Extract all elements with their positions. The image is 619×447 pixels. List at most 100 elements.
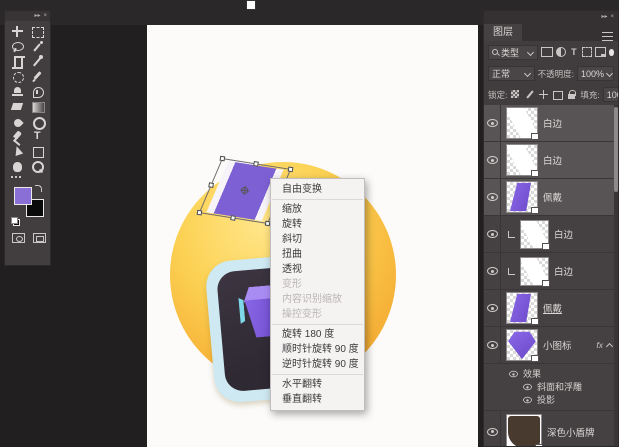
collapse-panel-icon[interactable]: ▸▸ xyxy=(34,13,40,19)
transform-handle-bottom-center[interactable] xyxy=(230,215,236,221)
gradient-tool[interactable] xyxy=(28,99,48,113)
filter-toggle-icon[interactable] xyxy=(608,48,615,56)
eyedropper-tool[interactable] xyxy=(28,54,48,68)
visibility-cell[interactable] xyxy=(484,290,501,326)
layer-filter-type-select[interactable]: 类型 xyxy=(488,44,539,60)
visibility-cell[interactable] xyxy=(484,142,501,178)
layer-row[interactable]: 白边 xyxy=(484,253,618,290)
lock-all-icon[interactable] xyxy=(566,89,577,100)
smudge-tool[interactable] xyxy=(8,114,28,128)
menu-item-flip-vertical[interactable]: 垂直翻转 xyxy=(271,392,364,407)
visibility-cell[interactable] xyxy=(484,179,501,215)
zoom-tool[interactable] xyxy=(28,159,48,173)
rectangular-marquee-tool[interactable] xyxy=(28,24,48,38)
lock-position-icon[interactable] xyxy=(538,89,549,100)
type-tool[interactable]: T xyxy=(28,129,48,143)
scrollbar-thumb[interactable] xyxy=(614,107,618,192)
screen-mode-button[interactable] xyxy=(33,233,46,243)
close-panel-icon[interactable]: × xyxy=(610,14,614,20)
close-panel-icon[interactable]: × xyxy=(43,13,47,19)
menu-item-rotate-180[interactable]: 旋转 180 度 xyxy=(271,327,364,342)
filter-adjustment-layers-icon[interactable] xyxy=(556,46,566,59)
layer-thumbnail[interactable] xyxy=(506,181,539,214)
fill-select[interactable]: 100% xyxy=(602,87,618,102)
collapse-effects-icon[interactable] xyxy=(606,343,613,348)
menu-item-skew[interactable]: 斜切 xyxy=(271,232,364,247)
filter-type-layers-icon[interactable]: T xyxy=(569,46,578,59)
hand-tool[interactable] xyxy=(8,159,28,173)
layer-name[interactable]: 白边 xyxy=(554,264,573,278)
transform-handle-top-center[interactable] xyxy=(253,161,259,167)
layer-name[interactable]: 佩戴 xyxy=(543,190,562,204)
layer-name[interactable]: 小图标 xyxy=(543,338,572,352)
layer-name[interactable]: 白边 xyxy=(554,227,573,241)
eye-icon[interactable] xyxy=(509,370,518,377)
filter-shape-layers-icon[interactable] xyxy=(582,46,592,59)
filter-smart-objects-icon[interactable] xyxy=(595,46,606,59)
collapse-panel-icon[interactable]: ▸▸ xyxy=(601,14,607,20)
effect-row-drop-shadow[interactable]: 投影 xyxy=(484,393,618,406)
layer-row[interactable]: 小图标 fx xyxy=(484,327,618,364)
menu-item-perspective[interactable]: 透视 xyxy=(271,262,364,277)
default-colors-icon[interactable] xyxy=(11,217,20,226)
layer-row[interactable]: 深色小盾牌 xyxy=(484,411,618,446)
lock-transparency-icon[interactable] xyxy=(510,89,521,100)
layer-name[interactable]: 佩戴 xyxy=(543,301,562,315)
eye-icon[interactable] xyxy=(523,396,532,403)
transform-handle-top-left[interactable] xyxy=(219,155,226,162)
menu-item-distort[interactable]: 扭曲 xyxy=(271,247,364,262)
brush-tool[interactable] xyxy=(28,69,48,83)
menu-item-flip-horizontal[interactable]: 水平翻转 xyxy=(271,377,364,392)
layer-thumbnail[interactable] xyxy=(506,413,543,446)
layer-thumbnail[interactable] xyxy=(506,144,539,177)
menu-item-rotate[interactable]: 旋转 xyxy=(271,217,364,232)
layer-row[interactable]: 白边 xyxy=(484,105,618,142)
menu-item-rotate-90-cw[interactable]: 顺时针旋转 90 度 xyxy=(271,342,364,357)
eraser-tool[interactable] xyxy=(8,99,28,113)
layer-thumbnail[interactable] xyxy=(520,219,550,250)
lasso-tool[interactable] xyxy=(8,39,28,53)
visibility-cell[interactable] xyxy=(484,216,501,252)
swap-colors-icon[interactable] xyxy=(35,185,42,192)
filter-pixel-layers-icon[interactable] xyxy=(541,46,553,59)
pen-tool[interactable] xyxy=(8,129,28,143)
effects-header-row[interactable]: 效果 xyxy=(484,367,618,380)
foreground-color-swatch[interactable] xyxy=(14,187,32,205)
eye-icon[interactable] xyxy=(523,383,532,390)
path-selection-tool[interactable] xyxy=(8,144,28,158)
opacity-select[interactable]: 100% xyxy=(577,66,614,81)
move-tool[interactable] xyxy=(8,24,28,38)
layer-thumbnail[interactable] xyxy=(506,107,539,140)
transform-handle-top-right[interactable] xyxy=(287,166,294,173)
panel-menu-icon[interactable] xyxy=(602,32,613,41)
spot-healing-brush-tool[interactable] xyxy=(8,69,28,83)
layer-thumbnail[interactable] xyxy=(506,292,539,325)
quick-selection-tool[interactable] xyxy=(28,39,48,53)
visibility-cell[interactable] xyxy=(484,411,501,446)
lock-pixels-icon[interactable] xyxy=(524,89,535,100)
lock-artboard-icon[interactable] xyxy=(552,89,564,100)
visibility-cell[interactable] xyxy=(484,253,501,289)
quick-mask-button[interactable] xyxy=(12,233,25,243)
layer-name[interactable]: 白边 xyxy=(543,116,562,130)
tab-layers[interactable]: 图层 xyxy=(484,24,522,41)
transform-handle-mid-left[interactable] xyxy=(208,182,214,188)
layer-row[interactable]: 佩戴 xyxy=(484,290,618,327)
clone-stamp-tool[interactable] xyxy=(8,84,28,98)
visibility-cell[interactable] xyxy=(484,105,501,141)
history-brush-tool[interactable] xyxy=(28,84,48,98)
layer-row[interactable]: 白边 xyxy=(484,142,618,179)
transform-handle-bottom-left[interactable] xyxy=(196,209,203,216)
menu-item-scale[interactable]: 缩放 xyxy=(271,202,364,217)
layer-row[interactable]: 佩戴 xyxy=(484,179,618,216)
effect-row-bevel-emboss[interactable]: 斜面和浮雕 xyxy=(484,380,618,393)
dodge-tool[interactable] xyxy=(28,114,48,130)
menu-item-rotate-90-ccw[interactable]: 逆时针旋转 90 度 xyxy=(271,357,364,372)
menu-item-free-transform[interactable]: 自由变换 xyxy=(271,182,364,197)
layer-name[interactable]: 深色小盾牌 xyxy=(547,425,595,439)
layer-name[interactable]: 白边 xyxy=(543,153,562,167)
rectangle-tool[interactable] xyxy=(28,144,48,158)
layer-row[interactable]: 白边 xyxy=(484,216,618,253)
edit-toolbar-ellipsis-icon[interactable] xyxy=(11,176,23,179)
blend-mode-select[interactable]: 正常 xyxy=(488,66,535,81)
